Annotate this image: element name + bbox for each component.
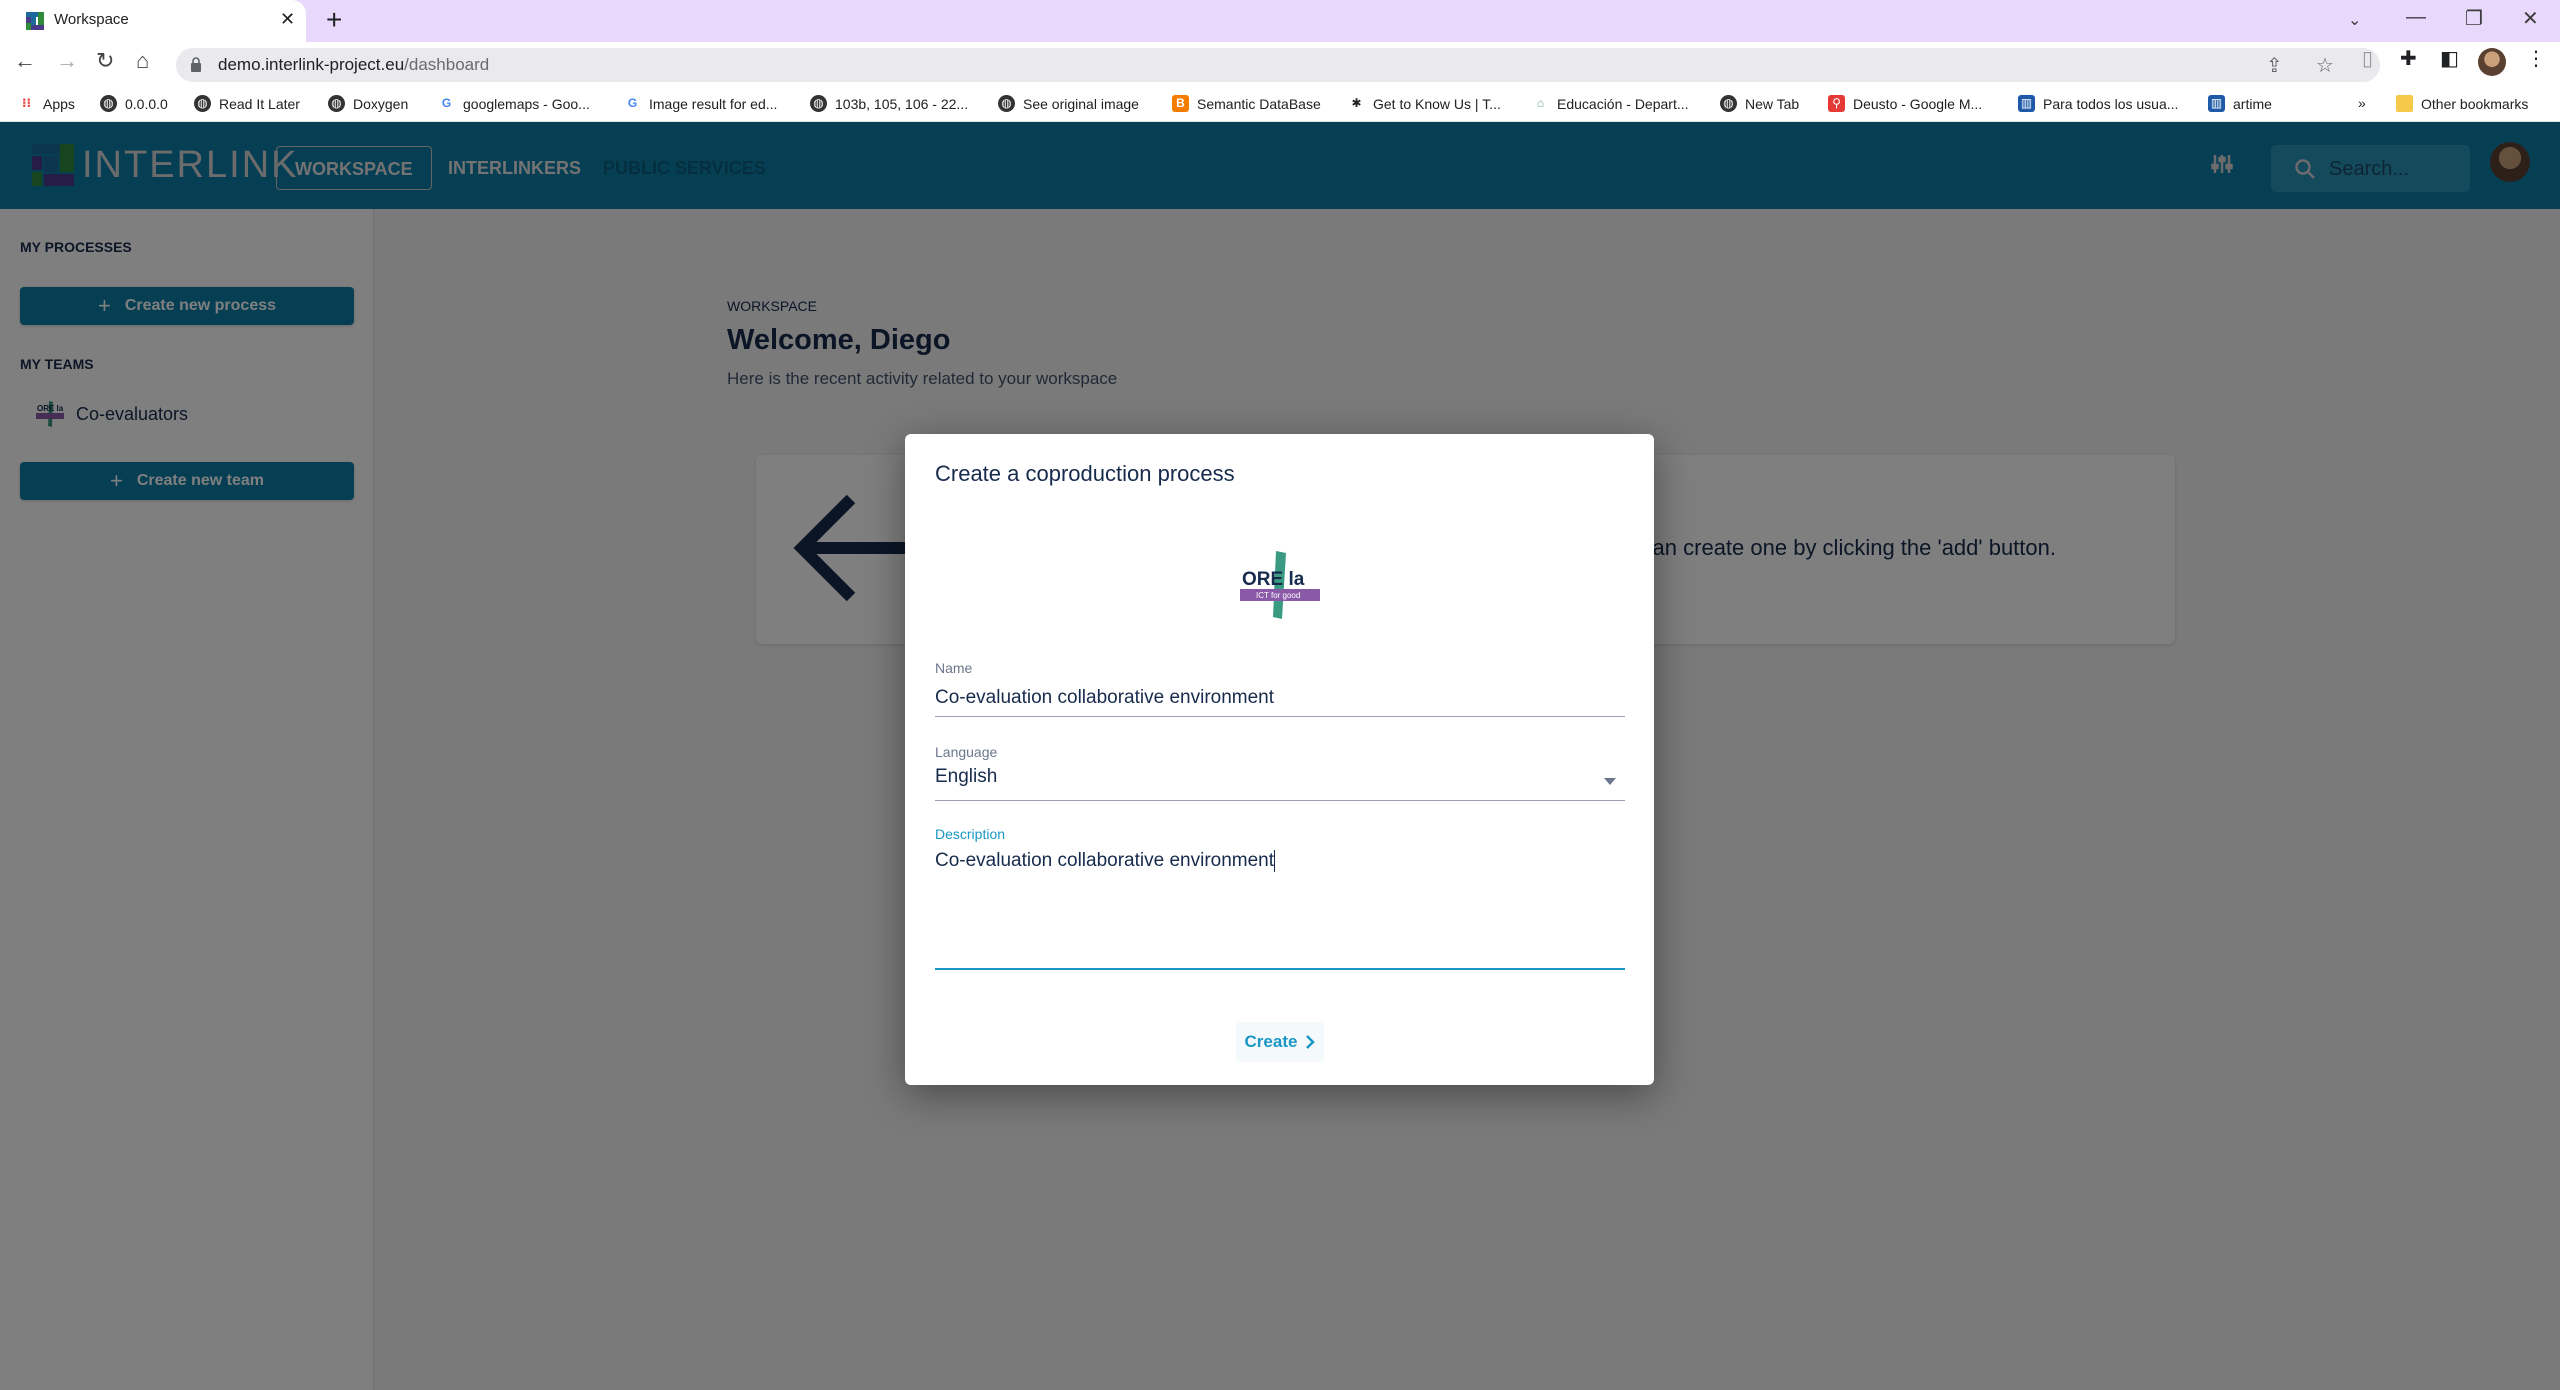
apps-grid-icon: ⁝⁝ bbox=[21, 96, 32, 110]
globe-icon: ◍ bbox=[810, 95, 827, 112]
google-icon: G bbox=[627, 96, 638, 110]
morelab-logo-icon[interactable]: ORE la ICT for good bbox=[1240, 549, 1320, 621]
tab-title: Workspace bbox=[54, 11, 129, 28]
deusto-icon: ▥ bbox=[2208, 95, 2225, 112]
reading-list-icon[interactable]: ▯ bbox=[2362, 46, 2373, 71]
reload-icon[interactable]: ↻ bbox=[96, 48, 114, 74]
bookmark-label: Apps bbox=[43, 95, 75, 112]
bookmark-label: See original image bbox=[1023, 95, 1139, 112]
description-value: Co-evaluation collaborative environment bbox=[935, 850, 1275, 872]
minimize-icon[interactable]: — bbox=[2406, 6, 2426, 29]
chevron-right-icon bbox=[1306, 1035, 1316, 1049]
address-bar[interactable]: demo.interlink-project.eu/dashboard ⇪ ☆ bbox=[176, 48, 2380, 82]
bookmark-label: artime bbox=[2233, 95, 2272, 112]
bookmark-item[interactable]: ◍ New Tab bbox=[1720, 95, 1799, 112]
dialog-title: Create a coproduction process bbox=[935, 461, 1235, 486]
name-input[interactable] bbox=[935, 684, 1625, 712]
globe-icon: ◍ bbox=[100, 95, 117, 112]
folder-icon bbox=[2396, 95, 2413, 112]
interlink-favicon-icon bbox=[26, 12, 44, 30]
bookmark-item[interactable]: ▥ Para todos los usua... bbox=[2018, 95, 2178, 112]
bookmark-item[interactable]: ✱ Get to Know Us | T... bbox=[1348, 95, 1501, 112]
globe-icon: ◍ bbox=[194, 95, 211, 112]
tab-search-chevron-icon[interactable]: ⌄ bbox=[2348, 10, 2361, 30]
window-close-icon[interactable]: ✕ bbox=[2522, 6, 2539, 31]
url-host: demo.interlink-project.eu bbox=[218, 55, 405, 74]
create-label: Create bbox=[1244, 1032, 1298, 1051]
bookmark-item[interactable]: ⚲ Deusto - Google M... bbox=[1828, 95, 1982, 112]
bookmark-item[interactable]: ◍ Read It Later bbox=[194, 95, 300, 112]
tab-close-icon[interactable]: ✕ bbox=[280, 9, 295, 30]
extensions-icon[interactable]: ✚ bbox=[2400, 46, 2417, 71]
bookmark-label: Deusto - Google M... bbox=[1853, 95, 1983, 112]
bookmark-label: Get to Know Us | T... bbox=[1373, 95, 1501, 112]
maps-pin-icon: ⚲ bbox=[1828, 95, 1845, 112]
browser-menu-icon[interactable]: ⋮ bbox=[2526, 46, 2546, 71]
browser-tab[interactable]: Workspace ✕ bbox=[0, 0, 306, 42]
bookmark-item[interactable]: ⌂ Educación - Depart... bbox=[1532, 95, 1689, 112]
bookmark-item[interactable]: ◍ Doxygen bbox=[328, 95, 408, 112]
bookmark-item[interactable]: G Image result for ed... bbox=[624, 95, 778, 112]
svg-text:ICT for good: ICT for good bbox=[1256, 591, 1300, 600]
browser-tab-strip: Workspace ✕ + ⌄ — ❐ ✕ bbox=[0, 0, 2560, 42]
dropdown-arrow-icon[interactable] bbox=[1603, 776, 1617, 786]
browser-toolbar: ← → ↻ ⌂ demo.interlink-project.eu/dashbo… bbox=[0, 42, 2560, 88]
description-underline bbox=[935, 968, 1625, 970]
language-label: Language bbox=[935, 744, 998, 760]
side-panel-icon[interactable]: ◧ bbox=[2440, 46, 2459, 71]
bookmarks-overflow[interactable]: » bbox=[2358, 95, 2366, 111]
globe-icon: ◍ bbox=[1720, 95, 1737, 112]
bookmark-item[interactable]: ▥ artime bbox=[2208, 95, 2272, 112]
name-label: Name bbox=[935, 660, 973, 676]
profile-avatar-icon[interactable] bbox=[2478, 48, 2506, 76]
home-icon[interactable]: ⌂ bbox=[136, 48, 149, 74]
url-path: /dashboard bbox=[404, 55, 490, 74]
text-caret bbox=[1274, 850, 1276, 872]
bookmark-label: Read It Later bbox=[219, 95, 300, 112]
back-icon[interactable]: ← bbox=[14, 48, 36, 74]
url-text: demo.interlink-project.eu/dashboard bbox=[218, 55, 489, 75]
bookmark-item[interactable]: ◍ 103b, 105, 106 - 22... bbox=[810, 95, 968, 112]
bookmark-item[interactable]: ◍ See original image bbox=[998, 95, 1139, 112]
name-underline bbox=[935, 716, 1625, 717]
bookmark-label: Other bookmarks bbox=[2421, 95, 2529, 112]
bookmark-label: Para todos los usua... bbox=[2043, 95, 2179, 112]
bookmark-label: 103b, 105, 106 - 22... bbox=[835, 95, 969, 112]
bookmark-star-icon[interactable]: ☆ bbox=[2316, 53, 2334, 78]
svg-text:ORE la: ORE la bbox=[1242, 569, 1305, 590]
other-bookmarks[interactable]: Other bookmarks bbox=[2396, 95, 2528, 112]
description-textarea[interactable]: Co-evaluation collaborative environment bbox=[935, 850, 1625, 980]
create-process-dialog: Create a coproduction process ORE la ICT… bbox=[905, 434, 1654, 1085]
restore-icon[interactable]: ❐ bbox=[2465, 6, 2483, 31]
bookmark-label: Semantic DataBase bbox=[1197, 95, 1321, 112]
description-label: Description bbox=[935, 826, 1006, 842]
blogger-icon: B bbox=[1172, 95, 1189, 112]
bookmark-apps[interactable]: ⁝⁝ Apps bbox=[18, 95, 75, 112]
lock-icon bbox=[191, 57, 201, 72]
bookmark-label: 0.0.0.0 bbox=[125, 95, 168, 112]
language-underline bbox=[935, 800, 1625, 801]
forward-icon[interactable]: → bbox=[56, 48, 78, 74]
language-select[interactable]: English bbox=[935, 766, 1625, 794]
bookmark-item[interactable]: B Semantic DataBase bbox=[1172, 95, 1321, 112]
google-icon: G bbox=[441, 96, 452, 110]
bookmark-label: New Tab bbox=[1745, 95, 1800, 112]
bookmark-item[interactable]: ◍ 0.0.0.0 bbox=[100, 95, 168, 112]
bookmark-label: Image result for ed... bbox=[649, 95, 778, 112]
bookmark-label: googlemaps - Goo... bbox=[463, 95, 590, 112]
new-tab-icon[interactable]: + bbox=[326, 4, 342, 36]
bookmarks-bar: ⁝⁝ Apps ◍ 0.0.0.0 ◍ Read It Later ◍ Doxygen … bbox=[0, 88, 2560, 122]
share-icon[interactable]: ⇪ bbox=[2266, 53, 2283, 78]
globe-icon: ◍ bbox=[998, 95, 1015, 112]
deusto-icon: ▥ bbox=[2018, 95, 2035, 112]
bookmark-label: Doxygen bbox=[353, 95, 409, 112]
language-value: English bbox=[935, 766, 998, 787]
create-button[interactable]: Create bbox=[1236, 1022, 1324, 1062]
globe-icon: ◍ bbox=[328, 95, 345, 112]
bookmark-item[interactable]: Ggooglemaps - Goo... bbox=[438, 95, 590, 112]
bookmark-label: Educación - Depart... bbox=[1557, 95, 1689, 112]
site-icon: ⌂ bbox=[1536, 96, 1545, 110]
site-icon: ✱ bbox=[1351, 96, 1362, 110]
